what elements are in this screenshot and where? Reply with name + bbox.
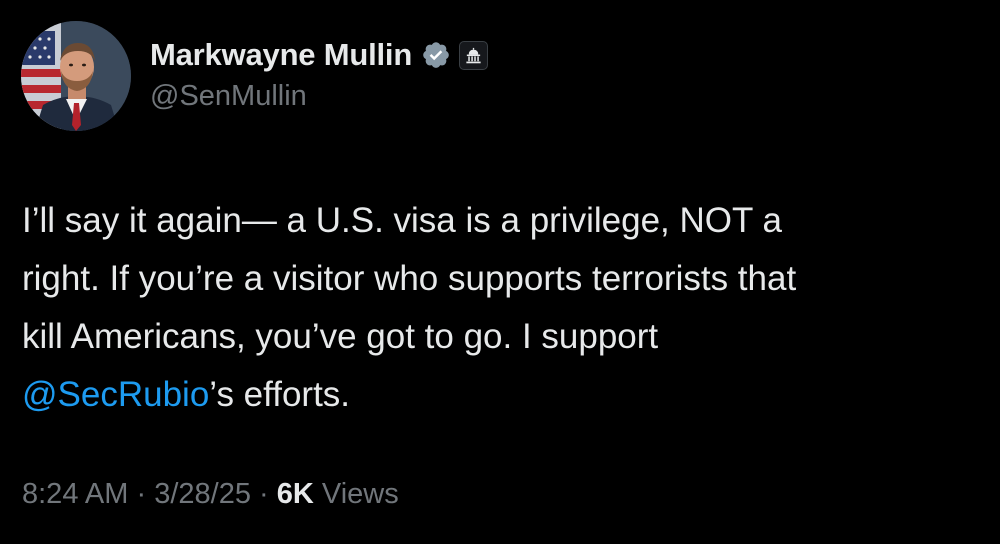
- government-building-icon[interactable]: [459, 40, 489, 70]
- avatar[interactable]: [21, 21, 131, 131]
- tweet-meta: 8:24 AM · 3/28/25 · 6K Views: [22, 478, 399, 511]
- tweet-text-line: kill Americans, you’ve got to go. I supp…: [22, 317, 659, 356]
- avatar-image: [21, 21, 131, 131]
- tweet-time[interactable]: 8:24 AM: [22, 478, 128, 510]
- author-handle[interactable]: @SenMullin: [150, 80, 307, 113]
- views-count[interactable]: 6K: [277, 478, 314, 510]
- tweet-text: I’ll say it again— a U.S. visa is a priv…: [22, 192, 982, 424]
- author-display-name[interactable]: Markwayne Mullin: [150, 37, 412, 73]
- tweet-text-line: right. If you’re a visitor who supports …: [22, 259, 797, 298]
- views-label[interactable]: Views: [322, 478, 399, 510]
- tweet-date[interactable]: 3/28/25: [154, 478, 251, 510]
- tweet-text-line-last: @SecRubio’s efforts.: [22, 366, 982, 424]
- tweet-card: Markwayne Mullin @SenMullin I’ll say it …: [0, 0, 1000, 544]
- meta-separator: ·: [136, 478, 147, 510]
- mention-link[interactable]: @SecRubio: [22, 375, 209, 414]
- verified-checkmark-icon[interactable]: [421, 40, 451, 70]
- author-name-row: Markwayne Mullin: [150, 33, 489, 77]
- tweet-text-line: I’ll say it again— a U.S. visa is a priv…: [22, 201, 782, 240]
- meta-separator: ·: [259, 478, 269, 510]
- tweet-text-tail: ’s efforts.: [209, 375, 351, 414]
